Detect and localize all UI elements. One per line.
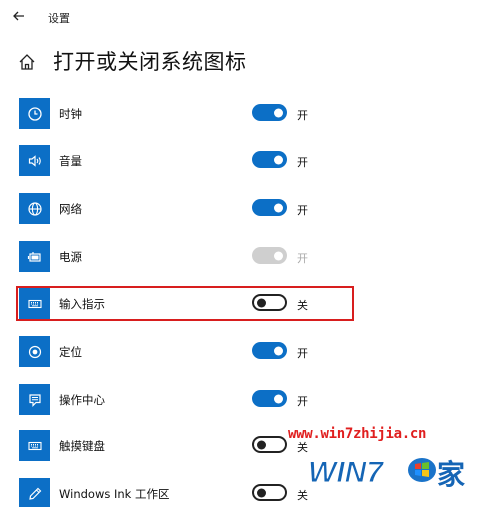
toggle-state-label: 开 <box>297 156 308 169</box>
toggle-state-label: 开 <box>297 109 308 122</box>
battery-icon <box>19 241 50 272</box>
setting-label: 网络 <box>59 202 82 216</box>
setting-label: 操作中心 <box>59 393 105 407</box>
page-header: 打开或关闭系统图标 <box>0 40 487 82</box>
clock-toggle[interactable] <box>252 104 287 121</box>
network-toggle[interactable] <box>252 199 287 216</box>
svg-text:WIN7: WIN7 <box>308 456 384 489</box>
setting-row-volume: 音量 开 <box>0 144 487 192</box>
volume-toggle[interactable] <box>252 151 287 168</box>
power-toggle <box>252 247 287 264</box>
watermark-logo-suffix: 家 <box>437 458 465 491</box>
watermark-url: www.win7zhijia.cn <box>288 426 427 442</box>
setting-label: 电源 <box>59 250 82 264</box>
setting-row-location: 定位 开 <box>0 335 487 383</box>
action-center-icon <box>19 384 50 415</box>
toggle-state-label: 开 <box>297 252 308 265</box>
volume-icon <box>19 145 50 176</box>
action-center-toggle[interactable] <box>252 390 287 407</box>
setting-row-clock: 时钟 开 <box>0 97 487 145</box>
pen-icon <box>19 478 50 507</box>
watermark-logo: WIN7 家 <box>294 446 474 494</box>
back-button[interactable] <box>8 5 30 27</box>
setting-row-network: 网络 开 <box>0 192 487 240</box>
setting-label: 触摸键盘 <box>59 439 105 453</box>
setting-label: 时钟 <box>59 107 82 121</box>
toggle-state-label: 开 <box>297 204 308 217</box>
highlight-box <box>16 286 354 321</box>
clock-icon <box>19 98 50 129</box>
setting-label: Windows Ink 工作区 <box>59 487 170 501</box>
page-title: 打开或关闭系统图标 <box>53 50 247 74</box>
network-icon <box>19 193 50 224</box>
toggle-state-label: 开 <box>297 347 308 360</box>
window-title: 设置 <box>48 12 70 25</box>
touch-keyboard-icon <box>19 430 50 461</box>
location-icon <box>19 336 50 367</box>
location-toggle[interactable] <box>252 342 287 359</box>
setting-label: 音量 <box>59 154 82 168</box>
setting-row-power: 电源 开 <box>0 240 487 288</box>
touch-keyboard-toggle[interactable] <box>252 436 287 453</box>
toggle-state-label: 开 <box>297 395 308 408</box>
home-icon <box>19 54 35 70</box>
title-bar: 设置 <box>0 0 487 34</box>
home-button[interactable] <box>16 51 38 73</box>
windows-ink-toggle[interactable] <box>252 484 287 501</box>
back-arrow-icon <box>13 11 24 21</box>
watermark: www.win7zhijia.cn WIN7 家 <box>284 424 484 504</box>
setting-label: 定位 <box>59 345 82 359</box>
